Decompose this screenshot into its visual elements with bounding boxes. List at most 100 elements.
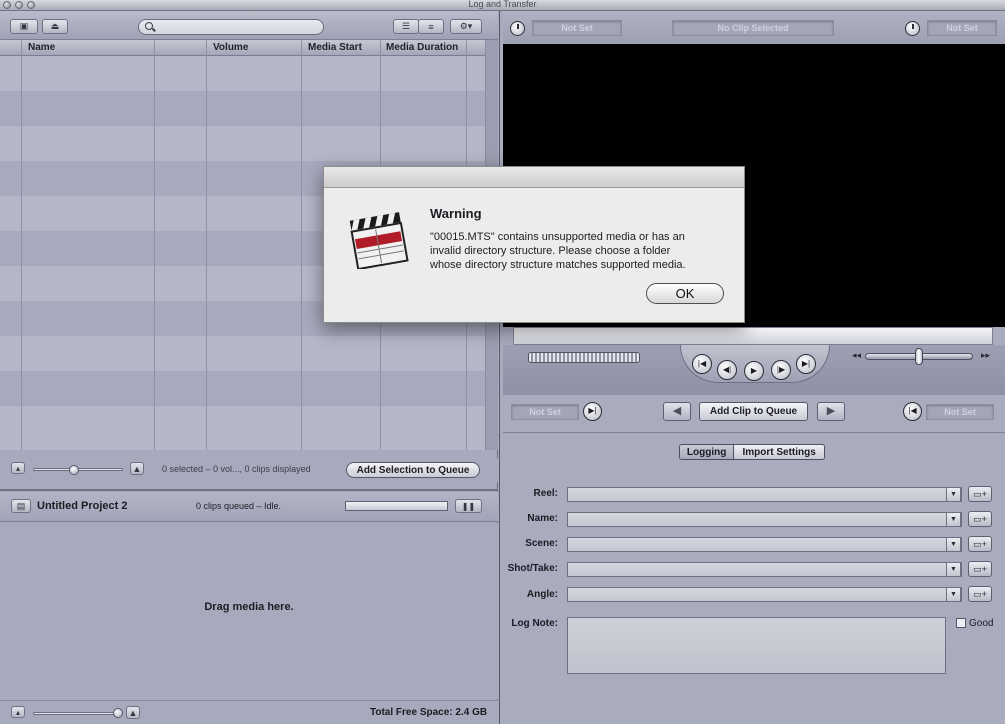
step-forward-button[interactable]: |▶ xyxy=(771,360,791,380)
queue-status: 0 clips queued – Idle. xyxy=(196,501,282,511)
chevron-down-icon: ▼ xyxy=(950,566,957,573)
eject-button[interactable]: ⏏ xyxy=(42,19,68,34)
name-label: Name: xyxy=(527,513,558,524)
logging-tabs: Logging Import Settings xyxy=(679,444,825,460)
add-entry-icon: ▭+ xyxy=(973,589,987,599)
dialog-message-line: whose directory structure matches suppor… xyxy=(430,259,686,271)
add-entry-icon: ▭+ xyxy=(973,564,987,574)
list-view-icon: ☰ xyxy=(401,21,411,31)
play-button[interactable]: ▶ xyxy=(744,361,764,381)
add-clip-to-queue-button[interactable]: Add Clip to Queue xyxy=(699,402,808,421)
mark-out-button[interactable]: |◀ xyxy=(903,402,922,421)
column-divider xyxy=(154,40,155,450)
column-header-volume[interactable]: Volume xyxy=(213,42,248,53)
small-thumbnail-icon[interactable]: ▴ xyxy=(11,462,25,474)
thumbnail-view-icon: ≡ xyxy=(428,21,434,32)
small-thumbnail-icon[interactable]: ▴ xyxy=(11,706,25,718)
column-divider xyxy=(206,40,207,450)
queue-thumbnail-slider[interactable] xyxy=(33,712,123,715)
step-back-button[interactable]: ◀| xyxy=(717,360,737,380)
shot-take-dropdown[interactable]: ▼ xyxy=(946,562,961,577)
eject-icon: ⏏ xyxy=(50,21,60,31)
action-menu-button[interactable]: ⚙▾ xyxy=(450,19,482,34)
mark-out-icon: |◀ xyxy=(908,406,917,415)
thumbnail-view-button[interactable]: ≡ xyxy=(418,19,444,34)
column-divider xyxy=(21,40,22,450)
angle-label: Angle: xyxy=(526,589,558,600)
go-to-end-button[interactable]: ▶| xyxy=(796,354,816,374)
browser-footer: ▴ ▲ 0 selected – 0 vol..., 0 clips displ… xyxy=(0,458,498,482)
log-note-field[interactable] xyxy=(567,617,946,674)
name-dropdown[interactable]: ▼ xyxy=(946,512,961,527)
queue-thumbnail-slider-knob[interactable] xyxy=(113,708,123,718)
step-forward-icon: |▶ xyxy=(776,365,786,374)
column-header-media-duration[interactable]: Media Duration xyxy=(386,42,458,53)
shot-take-label: Shot/Take: xyxy=(507,563,558,574)
scene-dropdown[interactable]: ▼ xyxy=(946,537,961,552)
jog-control[interactable] xyxy=(528,352,640,363)
name-add-button[interactable]: ▭+ xyxy=(968,511,992,527)
list-view-button[interactable]: ☰ xyxy=(393,19,419,34)
volume-high-icon: ▸▸ xyxy=(981,350,991,360)
scene-field[interactable] xyxy=(567,537,962,552)
dialog-message: "00015.MTS" contains unsupported media o… xyxy=(430,230,686,272)
good-checkbox[interactable] xyxy=(956,618,966,628)
window-title: Log and Transfer xyxy=(468,0,537,9)
angle-add-button[interactable]: ▭+ xyxy=(968,586,992,602)
chevron-down-icon: ▼ xyxy=(950,541,957,548)
reel-add-button[interactable]: ▭+ xyxy=(968,486,992,502)
project-name: Untitled Project 2 xyxy=(37,500,128,512)
queue-footer: ▴ ▲ Total Free Space: 2.4 GB xyxy=(0,700,498,724)
search-input[interactable] xyxy=(138,19,324,35)
add-selection-to-queue-button[interactable]: Add Selection to Queue xyxy=(346,462,480,478)
reel-field[interactable] xyxy=(567,487,962,502)
mark-out-display[interactable]: Not Set xyxy=(926,404,994,420)
ok-button[interactable]: OK xyxy=(646,283,724,304)
large-thumbnail-icon[interactable]: ▲ xyxy=(130,462,144,475)
volume-slider-knob[interactable] xyxy=(915,348,923,365)
dialog-message-line: "00015.MTS" contains unsupported media o… xyxy=(430,231,685,243)
add-entry-icon: ▭+ xyxy=(973,489,987,499)
window-title-bar: Log and Transfer xyxy=(0,0,1005,11)
out-point-display[interactable]: Not Set xyxy=(927,20,997,36)
dialog-title-bar xyxy=(324,167,744,188)
scene-label: Scene: xyxy=(525,538,558,549)
large-thumbnail-icon[interactable]: ▲ xyxy=(126,706,140,719)
scene-add-button[interactable]: ▭+ xyxy=(968,536,992,552)
mark-in-button[interactable]: ▶| xyxy=(583,402,602,421)
column-header-media-start[interactable]: Media Start xyxy=(308,42,362,53)
tab-import-settings[interactable]: Import Settings xyxy=(734,445,824,459)
play-icon: ▶ xyxy=(750,366,758,375)
column-header-name[interactable]: Name xyxy=(28,42,55,53)
pause-transfer-button[interactable]: ❚❚ xyxy=(455,499,482,513)
transfer-progress-bar xyxy=(345,501,448,511)
browser-column-header: Name Volume Media Start Media Duration xyxy=(0,40,498,56)
tab-logging[interactable]: Logging xyxy=(680,445,735,459)
skip-forward-icon: ▶| xyxy=(801,359,811,368)
reel-dropdown[interactable]: ▼ xyxy=(946,487,961,502)
drop-hint: Drag media here. xyxy=(204,601,294,613)
clapperboard-icon xyxy=(349,212,409,269)
arrow-right-icon: ▶ xyxy=(826,405,836,417)
angle-dropdown[interactable]: ▼ xyxy=(946,587,961,602)
add-folder-button[interactable]: ▣ xyxy=(10,19,38,34)
name-field[interactable] xyxy=(567,512,962,527)
warning-dialog: Warning "00015.MTS" contains unsupported… xyxy=(323,166,745,323)
viewer-scrubber[interactable] xyxy=(513,327,993,345)
go-to-start-button[interactable]: |◀ xyxy=(692,354,712,374)
mark-in-display[interactable]: Not Set xyxy=(511,404,579,420)
transfer-queue-dropzone[interactable]: Drag media here. xyxy=(0,523,498,699)
pane-splitter[interactable] xyxy=(0,489,498,491)
in-point-display[interactable]: Not Set xyxy=(532,20,622,36)
next-clip-button[interactable]: ▶ xyxy=(817,402,845,421)
mark-in-icon: ▶| xyxy=(588,406,597,415)
chevron-down-icon: ▼ xyxy=(950,491,957,498)
shot-take-add-button[interactable]: ▭+ xyxy=(968,561,992,577)
free-space-text: Total Free Space: 2.4 GB xyxy=(370,707,488,718)
shot-take-field[interactable] xyxy=(567,562,962,577)
thumbnail-size-slider-knob[interactable] xyxy=(69,465,79,475)
skip-back-icon: |◀ xyxy=(697,359,707,368)
previous-clip-button[interactable]: ◀ xyxy=(663,402,691,421)
angle-field[interactable] xyxy=(567,587,962,602)
browser-status-text: 0 selected – 0 vol..., 0 clips displayed xyxy=(162,464,311,474)
